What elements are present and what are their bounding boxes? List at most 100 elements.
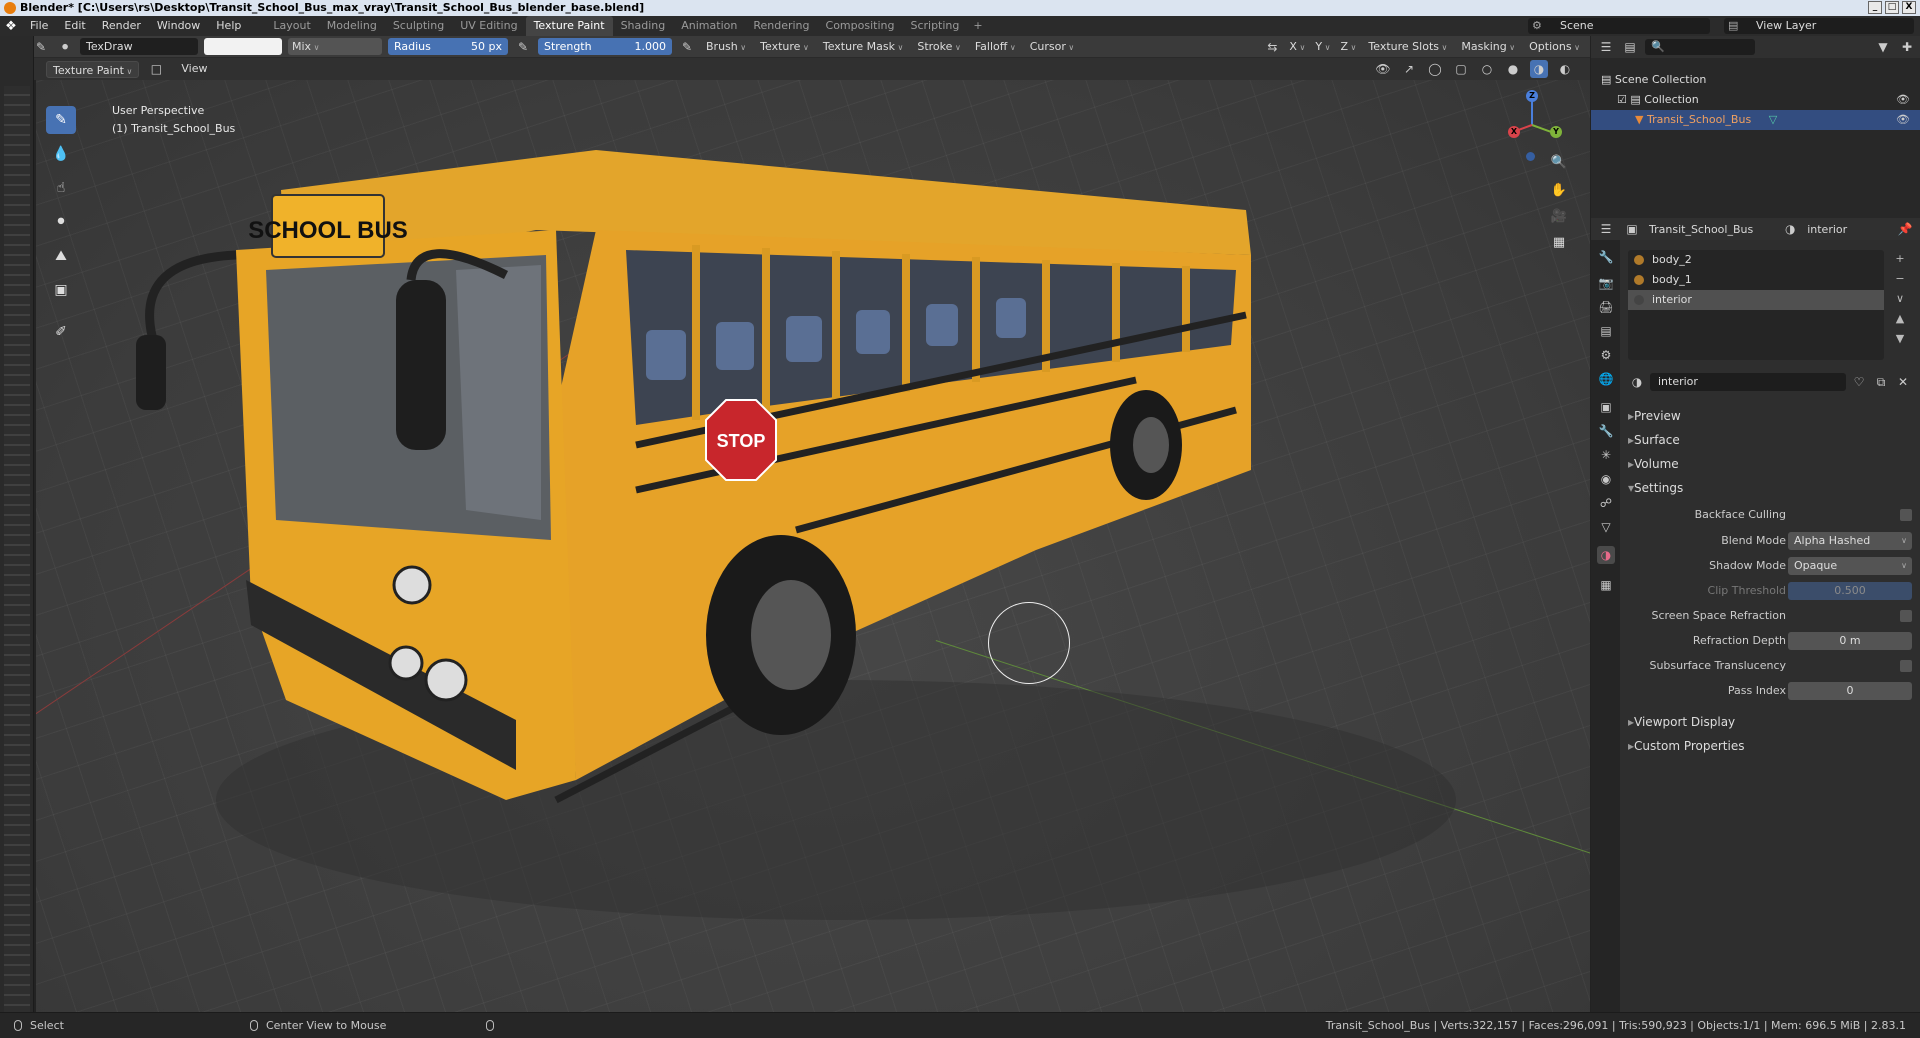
zoom-icon[interactable]: 🔍: [1548, 152, 1570, 174]
rendered-shading-icon[interactable]: ◐: [1556, 60, 1574, 78]
texture-tab-icon[interactable]: ▦: [1597, 576, 1615, 594]
viewport-display-panel[interactable]: Viewport Display: [1628, 712, 1735, 732]
display-mode-icon[interactable]: ▤: [1621, 38, 1639, 56]
xray-icon[interactable]: ▢: [1452, 60, 1470, 78]
material-tab-icon[interactable]: ◑: [1597, 546, 1615, 564]
particles-tab-icon[interactable]: ✳: [1597, 446, 1615, 464]
gizmo-x[interactable]: X: [1508, 126, 1520, 138]
ortho-grid-icon[interactable]: ▦: [1548, 232, 1570, 254]
brush-name-field[interactable]: TexDraw: [80, 38, 198, 55]
tab-layout[interactable]: Layout: [265, 16, 318, 36]
outliner-editor-icon[interactable]: ☰: [1597, 38, 1615, 56]
tab-uv-editing[interactable]: UV Editing: [452, 16, 525, 36]
collection-row[interactable]: ☑ ▤ Collection 👁: [1591, 90, 1920, 110]
pan-hand-icon[interactable]: ✋: [1548, 180, 1570, 202]
close-button[interactable]: X: [1902, 1, 1916, 14]
modifier-tab-icon[interactable]: 🔧: [1597, 422, 1615, 440]
object-row[interactable]: ▼ Transit_School_Bus ▽ 👁: [1591, 110, 1920, 130]
mirror-x-toggle[interactable]: X: [1287, 38, 1307, 56]
add-slot-button[interactable]: +: [1890, 252, 1910, 272]
clone-tool-button[interactable]: ⚫: [46, 208, 76, 236]
blend-mode-select[interactable]: Alpha Hashed: [1788, 532, 1912, 550]
tab-texture-paint[interactable]: Texture Paint: [525, 16, 613, 36]
scene-tab-icon[interactable]: ⚙: [1597, 346, 1615, 364]
mesh-data-tab-icon[interactable]: ▽: [1597, 518, 1615, 536]
constraints-tab-icon[interactable]: ☍: [1597, 494, 1615, 512]
blend-mode-dropdown[interactable]: Mix: [288, 38, 382, 55]
menu-file[interactable]: File: [22, 16, 56, 36]
tab-shading[interactable]: Shading: [613, 16, 674, 36]
view-menu[interactable]: View: [173, 59, 215, 79]
texture-mask-dropdown[interactable]: Texture Mask: [819, 38, 908, 56]
fake-user-icon[interactable]: ♡: [1850, 373, 1868, 391]
move-slot-down-button[interactable]: ▼: [1890, 332, 1910, 352]
tool-tab-icon[interactable]: 🔧: [1597, 248, 1615, 266]
volume-panel[interactable]: Volume: [1628, 454, 1679, 474]
material-shading-icon[interactable]: ◑: [1530, 60, 1548, 78]
school-bus-model[interactable]: SCHOOL BUS STOP: [36, 80, 1590, 1012]
move-slot-up-button[interactable]: ▲: [1890, 312, 1910, 332]
mirror-y-toggle[interactable]: Y: [1313, 38, 1332, 56]
paint-mask-icon[interactable]: □: [147, 60, 165, 78]
material-slot[interactable]: interior: [1628, 290, 1884, 310]
wireframe-shading-icon[interactable]: ○: [1478, 60, 1496, 78]
object-tab-icon[interactable]: ▣: [1597, 398, 1615, 416]
unlink-material-icon[interactable]: ✕: [1894, 373, 1912, 391]
solid-shading-icon[interactable]: ●: [1504, 60, 1522, 78]
falloff-dropdown[interactable]: Falloff: [971, 38, 1020, 56]
mirror-z-toggle[interactable]: Z: [1338, 38, 1358, 56]
pin-icon[interactable]: 📌: [1896, 220, 1914, 238]
ssr-checkbox[interactable]: [1900, 610, 1912, 622]
blender-menu-icon[interactable]: ❖: [0, 19, 22, 34]
view-layer-tab-icon[interactable]: ▤: [1597, 322, 1615, 340]
view-layer-selector[interactable]: ▤ View Layer: [1724, 18, 1914, 34]
brush-color-swatch[interactable]: [204, 38, 282, 55]
refraction-depth-field[interactable]: 0 m: [1788, 632, 1912, 650]
maximize-button[interactable]: □: [1885, 1, 1899, 14]
menu-edit[interactable]: Edit: [56, 16, 93, 36]
properties-editor-icon[interactable]: ☰: [1597, 220, 1615, 238]
scene-selector[interactable]: ⚙ Scene: [1528, 18, 1710, 34]
surface-panel[interactable]: Surface: [1628, 430, 1680, 450]
duplicate-material-icon[interactable]: ⧉: [1872, 373, 1890, 391]
outliner-search-input[interactable]: 🔍: [1645, 39, 1755, 55]
menu-help[interactable]: Help: [208, 16, 249, 36]
object-visibility-icon[interactable]: 👁: [1896, 110, 1910, 130]
preview-panel[interactable]: Preview: [1628, 406, 1681, 426]
physics-tab-icon[interactable]: ◉: [1597, 470, 1615, 488]
render-tab-icon[interactable]: 📷: [1597, 274, 1615, 292]
cursor-dropdown[interactable]: Cursor: [1026, 38, 1079, 56]
options-dropdown[interactable]: Options: [1525, 38, 1584, 56]
gizmo-y[interactable]: Y: [1550, 126, 1562, 138]
annotate-tool-button[interactable]: ✐: [46, 318, 76, 346]
custom-properties-panel[interactable]: Custom Properties: [1628, 736, 1744, 756]
subsurface-checkbox[interactable]: [1900, 660, 1912, 672]
tab-compositing[interactable]: Compositing: [818, 16, 903, 36]
browse-material-icon[interactable]: ◑: [1628, 373, 1646, 391]
texture-dropdown[interactable]: Texture: [756, 38, 813, 56]
radius-field[interactable]: Radius 50 px: [388, 38, 508, 55]
camera-view-icon[interactable]: 🎥: [1548, 206, 1570, 228]
material-slot[interactable]: body_2: [1628, 250, 1884, 270]
navigation-gizmo[interactable]: Z Y X: [1506, 84, 1576, 164]
filter-icon[interactable]: ▼: [1874, 38, 1892, 56]
gizmo-neg-z[interactable]: [1526, 152, 1535, 161]
texture-slots-dropdown[interactable]: Texture Slots: [1364, 38, 1451, 56]
draw-tool-button[interactable]: ✎: [46, 106, 76, 134]
new-collection-icon[interactable]: ✚: [1898, 38, 1916, 56]
mask-tool-button[interactable]: ▣: [46, 276, 76, 304]
gizmo-z[interactable]: Z: [1526, 90, 1538, 102]
masking-dropdown[interactable]: Masking: [1457, 38, 1519, 56]
pressure-radius-icon[interactable]: ✎: [514, 38, 532, 56]
tab-animation[interactable]: Animation: [673, 16, 745, 36]
remove-slot-button[interactable]: −: [1890, 272, 1910, 292]
minimize-button[interactable]: _: [1868, 1, 1882, 14]
gizmo-toggle-icon[interactable]: ↗: [1400, 60, 1418, 78]
collection-visibility-icon[interactable]: 👁: [1896, 90, 1910, 110]
mode-selector[interactable]: Texture Paint: [46, 60, 140, 78]
overlay-toggle-icon[interactable]: ◯: [1426, 60, 1444, 78]
smear-tool-button[interactable]: ☝: [46, 174, 76, 202]
output-tab-icon[interactable]: 🖨: [1597, 298, 1615, 316]
pass-index-field[interactable]: 0: [1788, 682, 1912, 700]
collection-checkbox[interactable]: ☑: [1617, 93, 1627, 106]
